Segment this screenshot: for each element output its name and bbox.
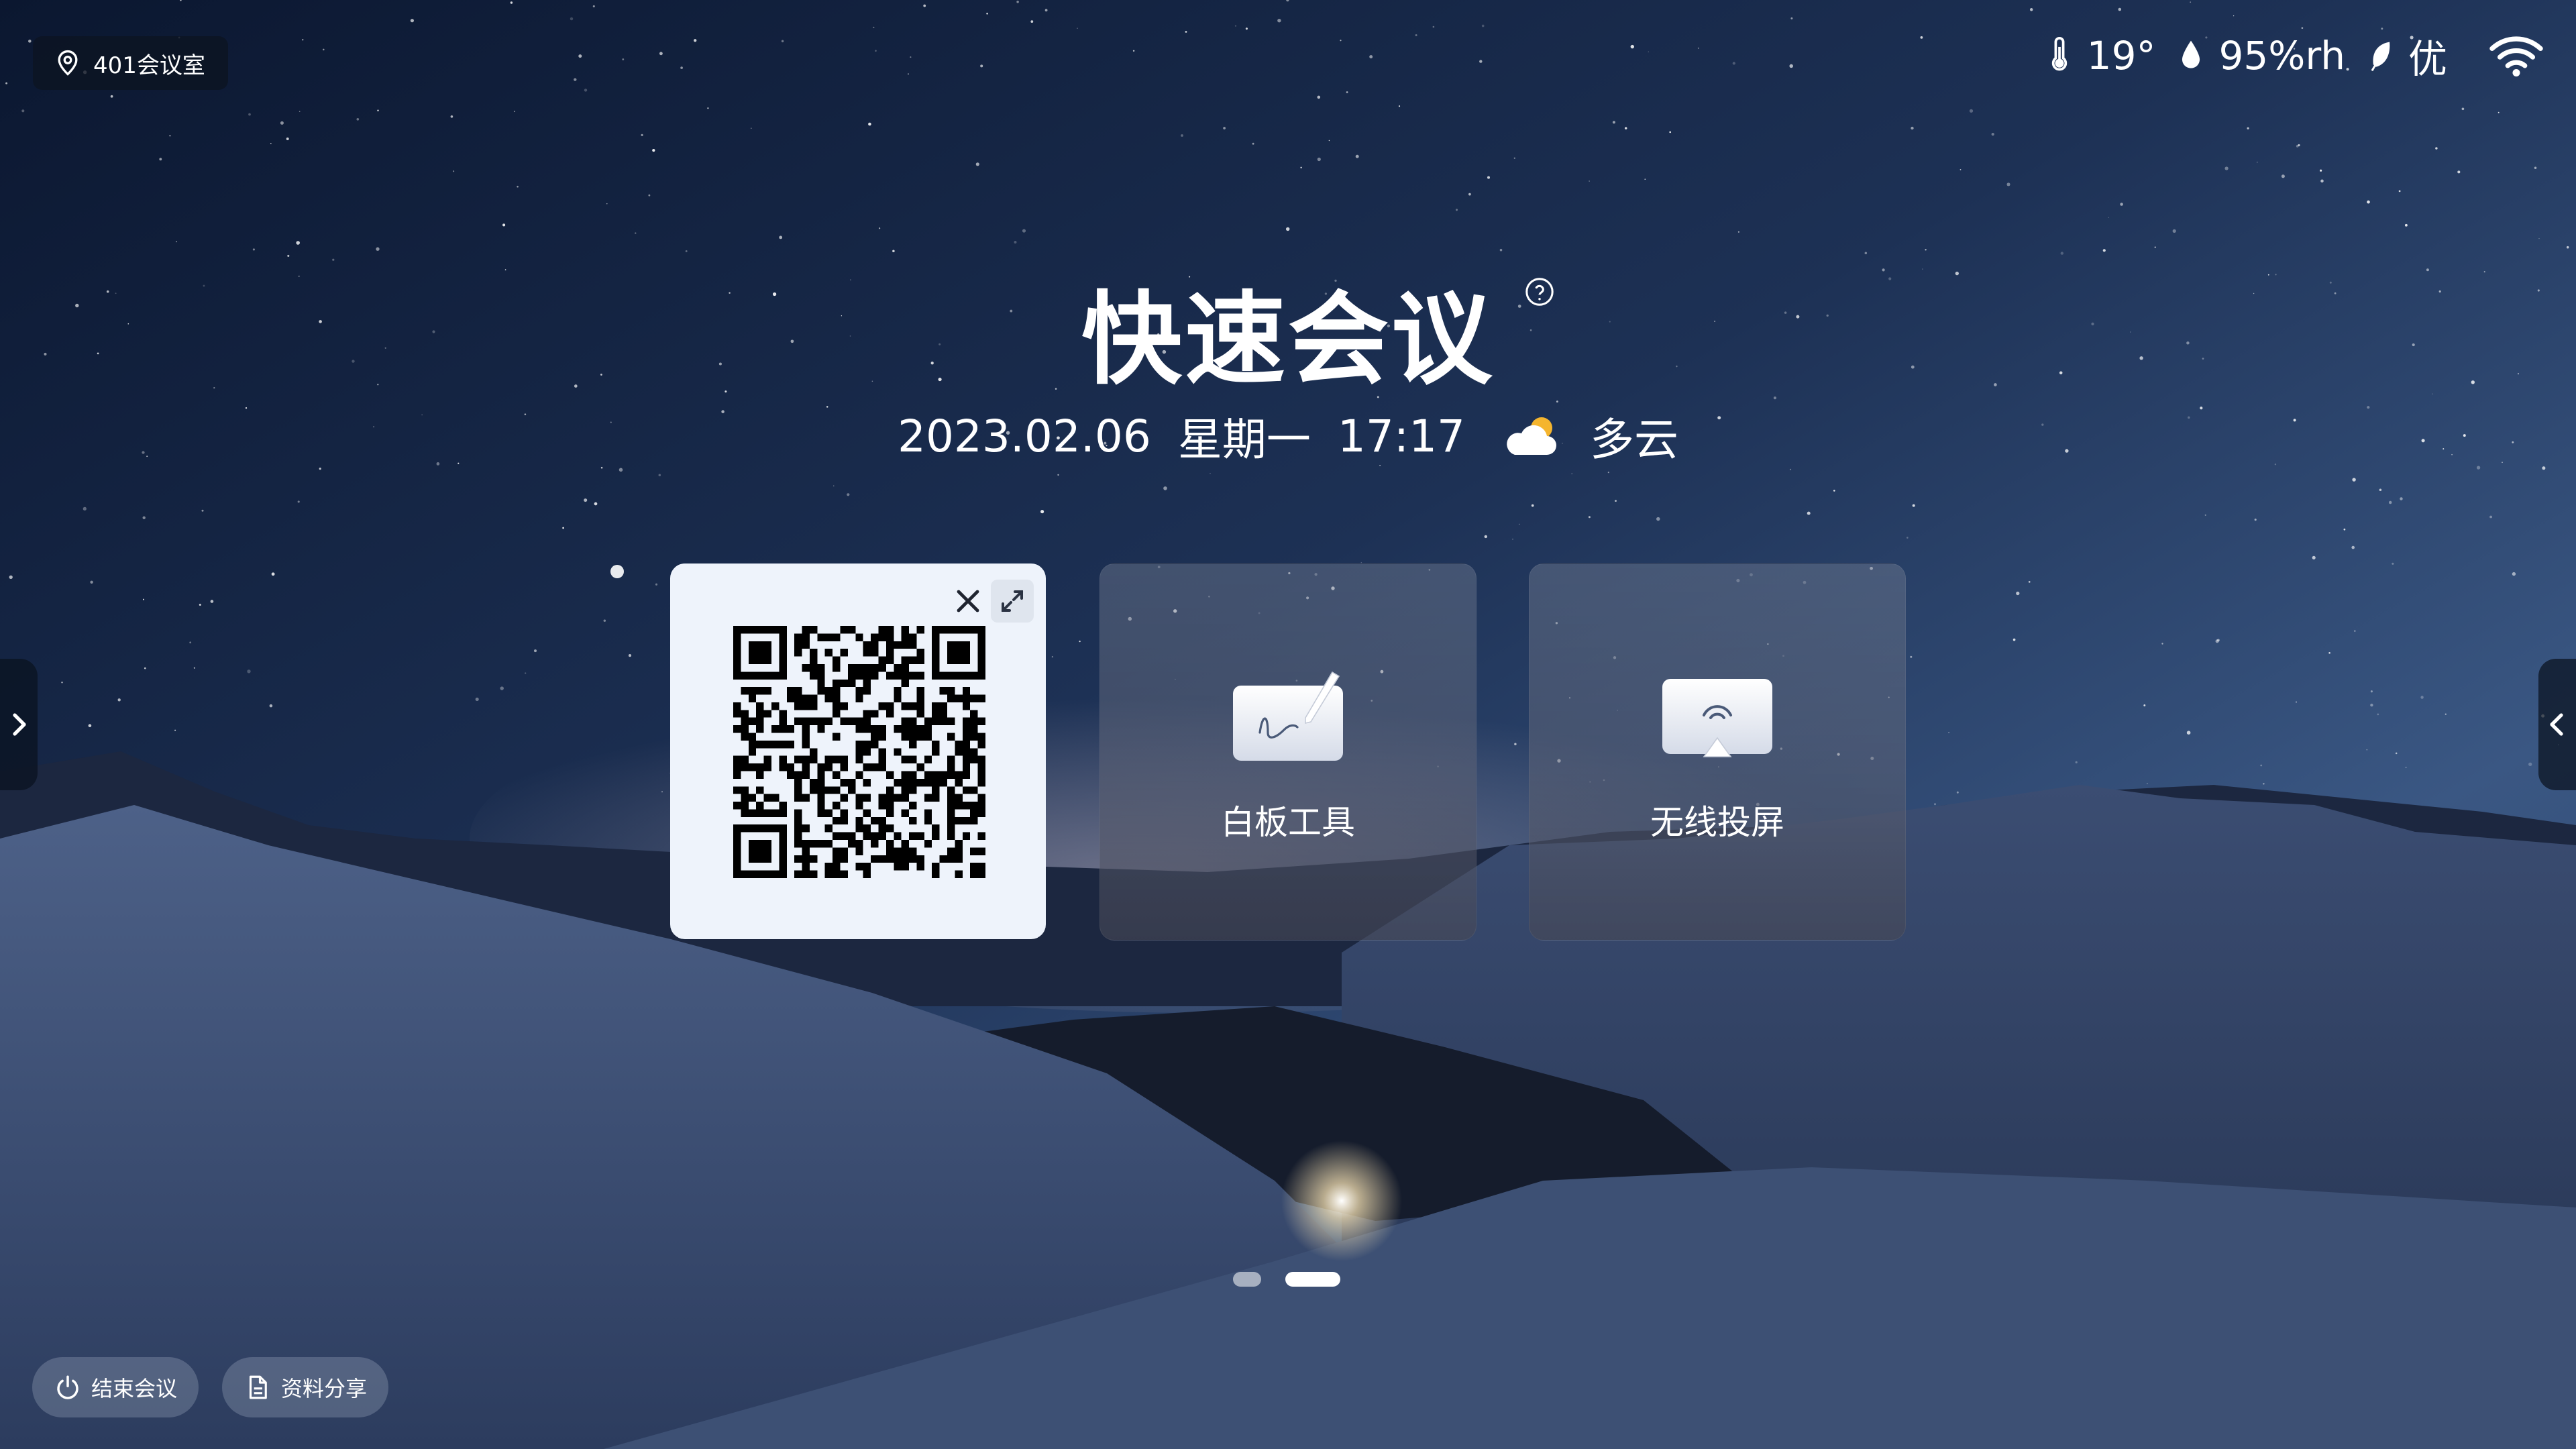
whiteboard-label: 白板工具 <box>1221 803 1355 842</box>
screencast-card[interactable]: 无线投屏 <box>1529 564 1906 941</box>
status-bar: 19° 95%rh 优 <box>2044 25 2545 86</box>
date-time-line: 2023.02.06 星期一 17:17 多云 <box>0 402 2576 470</box>
help-icon[interactable] <box>1524 276 1555 307</box>
page-dot-1[interactable] <box>1233 1272 1261 1287</box>
air-quality-value: 优 <box>2408 36 2447 82</box>
humidity-value: 95%rh <box>2218 33 2345 78</box>
right-drawer-handle[interactable] <box>2538 659 2576 790</box>
share-files-label: 资料分享 <box>281 1376 368 1401</box>
chevron-left-icon <box>2550 713 2563 736</box>
expand-button[interactable] <box>991 580 1034 623</box>
time-text: 17:17 <box>1337 410 1466 462</box>
weekday-text: 星期一 <box>1177 414 1311 466</box>
humidity-drop-icon <box>2182 40 2200 68</box>
qr-code[interactable] <box>733 626 985 878</box>
left-drawer-handle[interactable] <box>0 659 38 790</box>
room-chip[interactable]: 401会议室 <box>33 36 228 90</box>
weather-text: 多云 <box>1590 414 1679 466</box>
temperature-value: 19° <box>2086 33 2156 78</box>
end-meeting-label: 结束会议 <box>91 1376 178 1401</box>
whiteboard-card[interactable]: 白板工具 <box>1099 564 1477 941</box>
close-icon[interactable] <box>947 580 989 623</box>
screencast-label: 无线投屏 <box>1650 803 1784 842</box>
thermometer-icon <box>2051 37 2067 71</box>
date-text: 2023.02.06 <box>897 410 1151 462</box>
screencast-icon <box>1662 679 1772 757</box>
qr-card <box>670 564 1046 939</box>
page-title: 快速会议 <box>1081 282 1495 398</box>
document-icon <box>249 1375 267 1399</box>
home-screen: 401会议室 19° 95%rh 优 快速会议 2023.02.06 星期一 1… <box>0 0 2576 1449</box>
end-meeting-button[interactable]: 结束会议 <box>32 1357 199 1417</box>
expand-icon <box>1002 590 1023 612</box>
location-pin-icon <box>58 50 78 76</box>
wifi-icon[interactable] <box>2487 33 2545 78</box>
page-dot-2-active[interactable] <box>1285 1272 1340 1287</box>
leaf-icon <box>2371 42 2390 72</box>
partly-cloudy-icon <box>1507 417 1557 455</box>
whiteboard-icon <box>1233 671 1343 761</box>
room-name: 401会议室 <box>93 52 205 79</box>
chevron-right-icon <box>13 713 26 736</box>
share-files-button[interactable]: 资料分享 <box>222 1357 389 1417</box>
power-icon <box>57 1375 78 1399</box>
page-indicator <box>1233 1272 1340 1287</box>
